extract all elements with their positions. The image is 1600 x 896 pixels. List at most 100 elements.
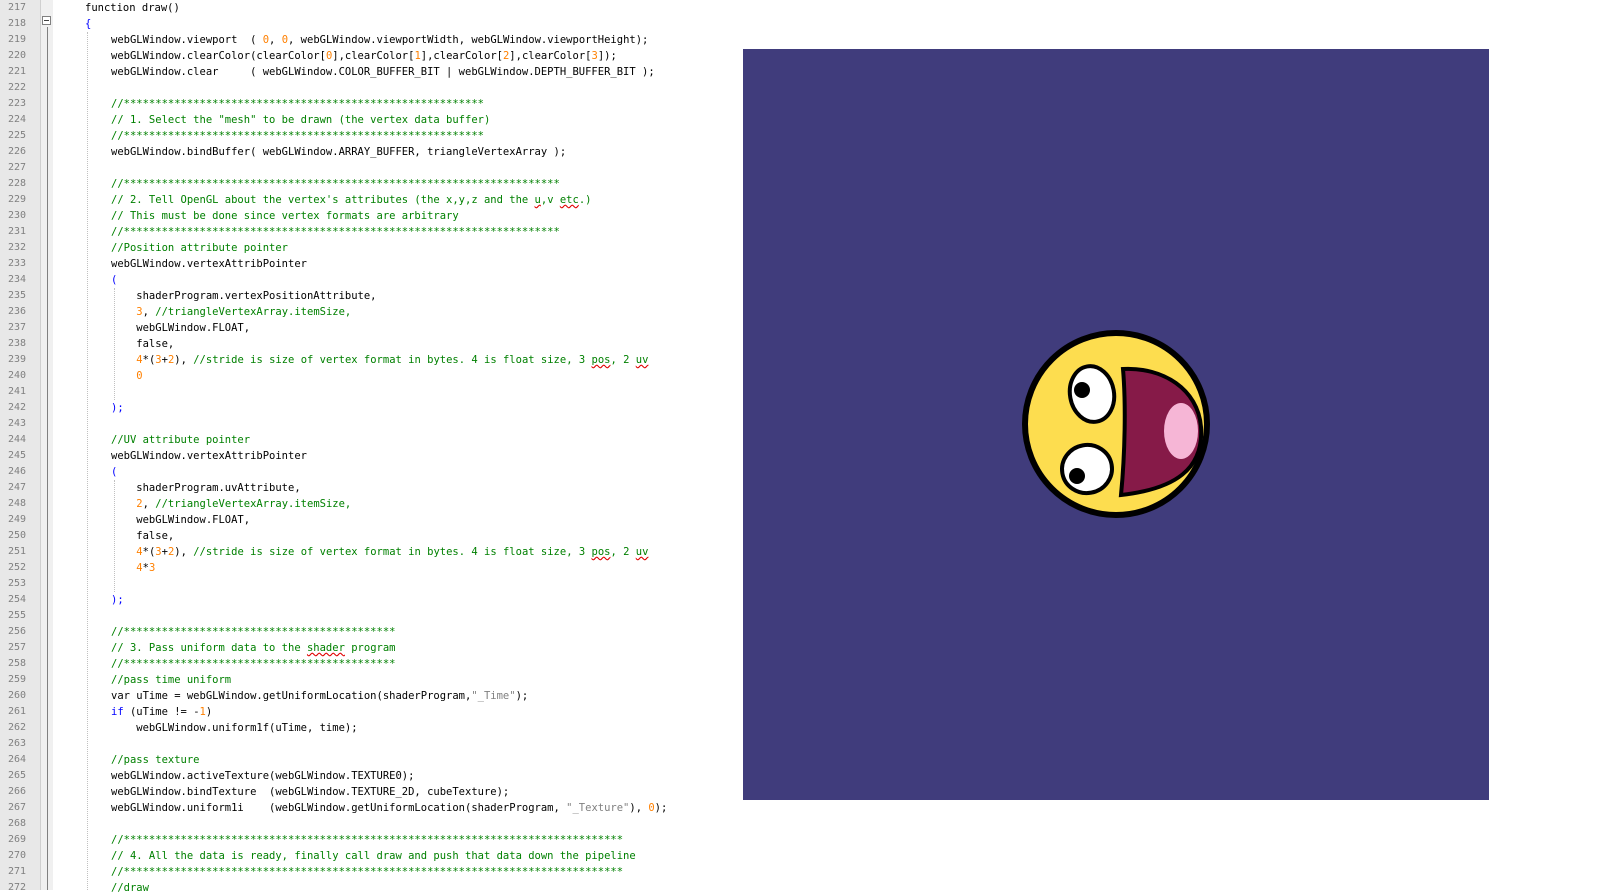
code-token: ), <box>174 546 194 558</box>
code-token: ); <box>654 802 668 814</box>
line-number: 226 <box>7 146 26 157</box>
code-token: if <box>111 706 124 718</box>
code-token: , 2 <box>610 546 636 558</box>
code-text: false, <box>111 528 174 544</box>
code-text: ( <box>111 464 117 480</box>
line-number: 223 <box>7 98 26 109</box>
indent-guide <box>114 288 115 400</box>
fold-toggle-icon[interactable] <box>42 16 51 25</box>
code-text: //draw <box>111 880 149 896</box>
code-token: //draw <box>111 882 149 894</box>
line-number: 270 <box>7 850 26 861</box>
code-text: //**************************************… <box>111 656 395 672</box>
code-text: //pass texture <box>111 752 200 768</box>
line-number: 243 <box>7 418 26 429</box>
code-token: // 3. Pass uniform data to the <box>111 642 307 654</box>
code-text: ( <box>111 272 117 288</box>
code-token: // 2. Tell OpenGL about the vertex's att… <box>111 194 535 206</box>
code-token: ), <box>174 354 194 366</box>
code-token: webGLWindow.uniform1f(uTime, time); <box>111 722 358 734</box>
code-token: //**************************************… <box>111 626 396 638</box>
line-number: 232 <box>7 242 26 253</box>
code-token: webGLWindow.FLOAT, <box>111 514 251 526</box>
code-token: pos <box>591 546 611 558</box>
code-token: ); <box>515 690 529 702</box>
code-text: // 1. Select the "mesh" to be drawn (the… <box>111 112 490 128</box>
line-number: 269 <box>7 834 26 845</box>
line-number: 253 <box>7 578 26 589</box>
code-token: "_Time" <box>471 690 516 702</box>
code-token: //Position attribute pointer <box>111 242 289 254</box>
code-text: webGLWindow.activeTexture(webGLWindow.TE… <box>111 768 414 784</box>
code-token: webGLWindow.vertexAttribPointer <box>111 258 307 270</box>
line-number: 238 <box>7 338 26 349</box>
code-token: uv <box>635 546 649 558</box>
line-number: 246 <box>7 466 26 477</box>
code-text: // 2. Tell OpenGL about the vertex's att… <box>111 192 591 208</box>
code-text: webGLWindow.FLOAT, <box>111 320 250 336</box>
code-text: 0 <box>111 368 142 384</box>
code-text: webGLWindow.vertexAttribPointer <box>111 256 307 272</box>
code-token: webGLWindow.bindTexture (webGLWindow.TEX… <box>111 786 510 798</box>
code-text: webGLWindow.vertexAttribPointer <box>111 448 307 464</box>
line-number: 254 <box>7 594 26 605</box>
code-text: // This must be done since vertex format… <box>111 208 459 224</box>
code-token: shader <box>306 642 345 654</box>
code-text: //**************************************… <box>111 864 623 880</box>
code-token: //stride is size of vertex format in byt… <box>193 354 592 366</box>
code-token: program <box>344 642 396 654</box>
line-number: 259 <box>7 674 26 685</box>
code-text: //**************************************… <box>111 176 560 192</box>
code-token: ( <box>111 466 118 478</box>
webgl-canvas[interactable] <box>743 49 1489 800</box>
code-text: //UV attribute pointer <box>111 432 250 448</box>
code-token: //**************************************… <box>111 226 560 238</box>
code-editor[interactable]: 217 function draw() 218 {219 webGLWindow.vie… <box>0 0 1600 894</box>
code-token: webGLWindow.clear ( webGLWindow.COLOR_BU… <box>111 66 655 78</box>
indent-guide <box>87 32 88 890</box>
code-token: //**************************************… <box>111 658 396 670</box>
code-token: ( <box>111 274 118 286</box>
line-number: 220 <box>7 50 26 61</box>
line-number: 261 <box>7 706 26 717</box>
code-token: "_Texture" <box>566 802 630 814</box>
code-token: // 4. All the data is ready, finally cal… <box>111 850 636 862</box>
line-number: 263 <box>7 738 26 749</box>
code-token: //pass texture <box>111 754 200 766</box>
code-token: ],clearColor[ <box>509 50 592 62</box>
code-token: false, <box>111 338 175 350</box>
code-text: ); <box>111 592 124 608</box>
line-number: 230 <box>7 210 26 221</box>
code-token: webGLWindow.FLOAT, <box>111 322 251 334</box>
code-token: pos <box>591 354 611 366</box>
code-token: //**************************************… <box>111 130 484 142</box>
code-text: webGLWindow.uniform1i (webGLWindow.getUn… <box>111 800 667 816</box>
code-text: webGLWindow.clear ( webGLWindow.COLOR_BU… <box>111 64 655 80</box>
code-token: //**************************************… <box>111 866 624 878</box>
line-number: 257 <box>7 642 26 653</box>
code-text: //**************************************… <box>111 832 623 848</box>
line-number: 266 <box>7 786 26 797</box>
code-text: //**************************************… <box>111 624 395 640</box>
code-token: //**************************************… <box>111 98 484 110</box>
code-token: webGLWindow.viewport ( <box>111 34 263 46</box>
line-number: 235 <box>7 290 26 301</box>
code-token: , 2 <box>610 354 636 366</box>
code-token: ],clearColor[ <box>332 50 415 62</box>
code-text: function draw() <box>85 0 180 16</box>
line-number: 222 <box>7 82 26 93</box>
code-text: webGLWindow.uniform1f(uTime, time); <box>111 720 358 736</box>
code-text: var uTime = webGLWindow.getUniformLocati… <box>111 688 528 704</box>
code-token: //UV attribute pointer <box>111 434 251 446</box>
code-token: webGLWindow.activeTexture(webGLWindow.TE… <box>111 770 415 782</box>
line-number: 267 <box>7 802 26 813</box>
code-token: function draw() <box>85 2 180 14</box>
code-token: webGLWindow.vertexAttribPointer <box>111 450 307 462</box>
line-number: 236 <box>7 306 26 317</box>
code-text: webGLWindow.bindTexture (webGLWindow.TEX… <box>111 784 509 800</box>
code-text: shaderProgram.vertexPositionAttribute, <box>111 288 376 304</box>
line-number: 262 <box>7 722 26 733</box>
line-number: 268 <box>7 818 26 829</box>
code-token: ); <box>111 402 124 414</box>
code-text: //Position attribute pointer <box>111 240 288 256</box>
